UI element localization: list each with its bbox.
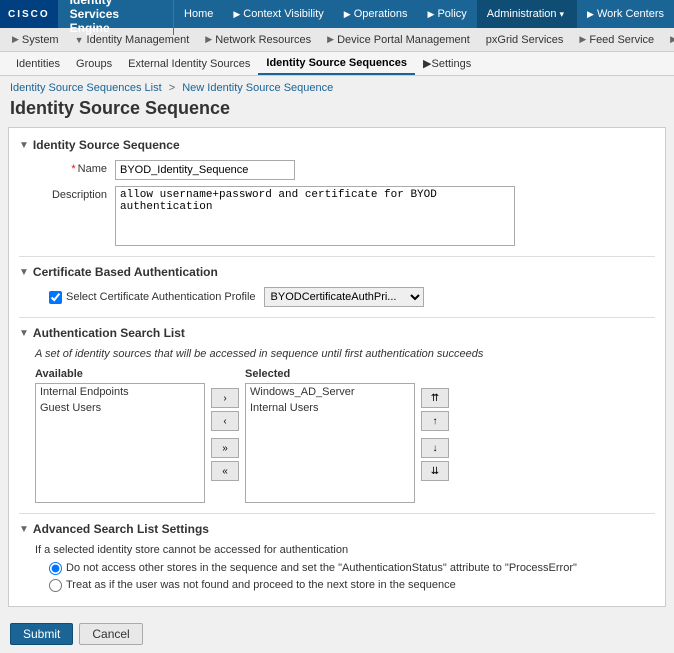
cert-row: Select Certificate Authentication Profil…	[19, 287, 655, 307]
tab-settings[interactable]: ▶Settings	[415, 52, 479, 75]
auth-section-label: Authentication Search List	[33, 326, 185, 340]
radio-row-1: Do not access other stores in the sequen…	[19, 562, 655, 575]
auth-description: A set of identity sources that will be a…	[19, 348, 655, 360]
radio1-label: Do not access other stores in the sequen…	[66, 562, 577, 574]
list-container: Available Internal Endpoints Guest Users…	[19, 368, 655, 503]
name-row: *Name	[19, 160, 655, 180]
cert-section-header[interactable]: ▼ Certificate Based Authentication	[19, 265, 655, 279]
cert-checkbox-label[interactable]: Select Certificate Authentication Profil…	[49, 291, 256, 304]
cert-checkbox[interactable]	[49, 291, 62, 304]
tab-identity-source-sequences[interactable]: Identity Source Sequences	[258, 52, 415, 75]
auth-section-header[interactable]: ▼ Authentication Search List	[19, 326, 655, 340]
tab-groups[interactable]: Groups	[68, 52, 120, 75]
nav2-threat-centric[interactable]: ▶Threat Centric NAC	[662, 28, 674, 51]
cert-section: ▼ Certificate Based Authentication Selec…	[19, 256, 655, 307]
move-all-left-button[interactable]: «	[211, 461, 239, 481]
nav2-pxgrid[interactable]: pxGrid Services	[478, 28, 572, 51]
move-right-button[interactable]: ›	[211, 388, 239, 408]
section-toggle-cert: ▼	[19, 267, 29, 278]
nav2-network-resources[interactable]: ▶Network Resources	[197, 28, 319, 51]
move-left-button[interactable]: ‹	[211, 411, 239, 431]
nav-work-centers[interactable]: ▶Work Centers	[577, 0, 674, 28]
cancel-button[interactable]: Cancel	[79, 623, 142, 645]
nav-administration[interactable]: Administration▾	[477, 0, 577, 28]
nav-context-visibility[interactable]: ▶Context Visibility	[223, 0, 333, 28]
list-item[interactable]: Windows_AD_Server	[246, 384, 414, 400]
order-buttons: ⇈ ↑ ↓ ⇊	[421, 388, 449, 481]
desc-label: Description	[35, 186, 115, 201]
submit-bar: Submit Cancel	[0, 615, 674, 653]
nav2-system[interactable]: ▶System	[4, 28, 67, 51]
description-row: Description allow username+password and …	[19, 186, 655, 246]
breadcrumb-separator: >	[169, 82, 175, 94]
cert-profile-dropdown[interactable]: BYODCertificateAuthPri...	[264, 287, 424, 307]
cisco-text: CISCO	[8, 9, 50, 20]
available-column: Available Internal Endpoints Guest Users	[35, 368, 205, 503]
radio-process-error[interactable]	[49, 562, 62, 575]
section-toggle-identity: ▼	[19, 140, 29, 151]
auth-section: ▼ Authentication Search List A set of id…	[19, 317, 655, 503]
submit-button[interactable]: Submit	[10, 623, 73, 645]
breadcrumb: Identity Source Sequences List > New Ide…	[0, 76, 674, 96]
required-star: *	[71, 163, 75, 175]
cert-section-label: Certificate Based Authentication	[33, 265, 218, 279]
transfer-buttons: › ‹ » «	[211, 388, 239, 481]
identity-section-label: Identity Source Sequence	[33, 138, 180, 152]
top-navigation: CISCO Identity Services Engine Home ▶Con…	[0, 0, 674, 28]
selected-label: Selected	[245, 368, 415, 380]
section-toggle-advanced: ▼	[19, 524, 29, 535]
radio2-label: Treat as if the user was not found and p…	[66, 579, 456, 591]
identity-section-header[interactable]: ▼ Identity Source Sequence	[19, 138, 655, 152]
radio-next-store[interactable]	[49, 579, 62, 592]
page-title: Identity Source Sequence	[0, 96, 674, 127]
available-list[interactable]: Internal Endpoints Guest Users	[35, 383, 205, 503]
breadcrumb-current: New Identity Source Sequence	[182, 82, 333, 94]
advanced-section-header[interactable]: ▼ Advanced Search List Settings	[19, 522, 655, 536]
advanced-section: ▼ Advanced Search List Settings If a sel…	[19, 513, 655, 592]
third-navigation: Identities Groups External Identity Sour…	[0, 52, 674, 76]
nav-policy[interactable]: ▶Policy	[418, 0, 477, 28]
name-input[interactable]	[115, 160, 295, 180]
move-down-button[interactable]: ↓	[421, 438, 449, 458]
radio-row-2: Treat as if the user was not found and p…	[19, 579, 655, 592]
move-top-button[interactable]: ⇈	[421, 388, 449, 408]
tab-external-identity-sources[interactable]: External Identity Sources	[120, 52, 258, 75]
advanced-description: If a selected identity store cannot be a…	[19, 544, 655, 556]
tab-identities[interactable]: Identities	[8, 52, 68, 75]
cisco-logo: CISCO	[0, 0, 58, 28]
nav2-feed-service[interactable]: ▶Feed Service	[571, 28, 662, 51]
selected-list[interactable]: Windows_AD_Server Internal Users	[245, 383, 415, 503]
list-item[interactable]: Internal Endpoints	[36, 384, 204, 400]
move-up-button[interactable]: ↑	[421, 411, 449, 431]
nav2-identity-management[interactable]: ▼Identity Management	[67, 28, 198, 51]
second-navigation: ▶System ▼Identity Management ▶Network Re…	[0, 28, 674, 52]
list-item[interactable]: Guest Users	[36, 400, 204, 416]
top-nav-items: Home ▶Context Visibility ▶Operations ▶Po…	[174, 0, 674, 28]
breadcrumb-list-link[interactable]: Identity Source Sequences List	[10, 82, 162, 94]
nav2-device-portal[interactable]: ▶Device Portal Management	[319, 28, 478, 51]
available-label: Available	[35, 368, 205, 380]
list-item[interactable]: Internal Users	[246, 400, 414, 416]
nav-operations[interactable]: ▶Operations	[334, 0, 418, 28]
advanced-section-label: Advanced Search List Settings	[33, 522, 209, 536]
cert-checkbox-text: Select Certificate Authentication Profil…	[66, 291, 256, 303]
move-all-right-button[interactable]: »	[211, 438, 239, 458]
name-label: *Name	[35, 160, 115, 175]
nav-home[interactable]: Home	[174, 0, 223, 28]
section-toggle-auth: ▼	[19, 328, 29, 339]
move-bottom-button[interactable]: ⇊	[421, 461, 449, 481]
main-content: ▼ Identity Source Sequence *Name Descrip…	[8, 127, 666, 607]
selected-column: Selected Windows_AD_Server Internal User…	[245, 368, 415, 503]
description-textarea[interactable]: allow username+password and certificate …	[115, 186, 515, 246]
